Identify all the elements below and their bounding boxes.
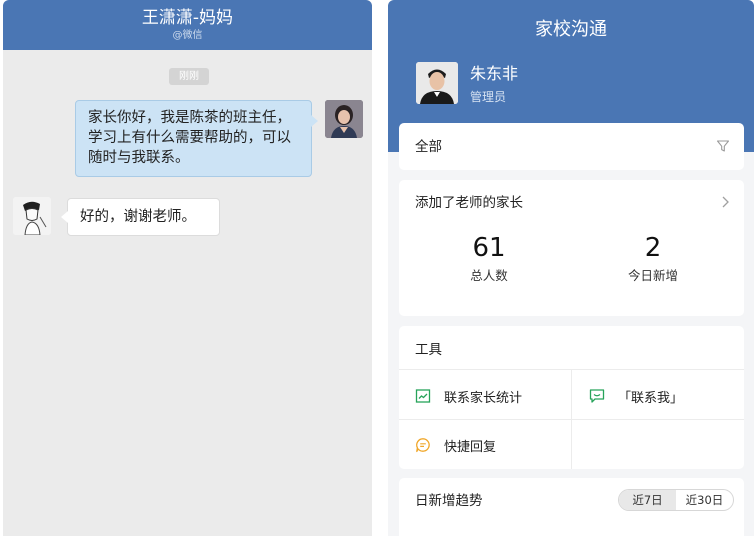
filter-label: 全部: [415, 139, 442, 155]
stat-today: 2 今日新增: [593, 232, 713, 284]
chat-subtitle: @微信: [172, 30, 203, 41]
chart-icon: [415, 389, 431, 403]
parents-summary-title: 添加了老师的家长: [415, 195, 523, 211]
chat-title: 王潇潇-妈妈: [141, 8, 234, 28]
parents-summary-card[interactable]: 添加了老师的家长 61 总人数 2 今日新增: [399, 180, 744, 316]
stat-total-value: 61: [472, 233, 506, 263]
tools-card: 工具 联系家长统计 「联系我」 快捷回复: [399, 326, 744, 469]
tool-contact-me[interactable]: 「联系我」: [589, 372, 739, 420]
chevron-right-icon: [722, 196, 729, 208]
chat-header: 王潇潇-妈妈 @微信: [3, 0, 372, 50]
incoming-message: 好的，谢谢老师。: [61, 198, 220, 236]
daily-trend-card: 日新增趋势 近7日 近30日: [399, 478, 744, 536]
stat-today-value: 2: [644, 233, 662, 263]
outgoing-message: 家长你好，我是陈茶的班主任，学习上有什么需要帮助的，可以随时与我联系。: [75, 100, 318, 177]
user-avatar[interactable]: [416, 62, 458, 104]
tool-label: 「联系我」: [618, 390, 684, 406]
chat-window: 王潇潇-妈妈 @微信 刚刚 家长你好，我是陈茶的班主任，学习上有什么需要帮助的，…: [3, 0, 372, 536]
quick-reply-icon: [416, 438, 430, 453]
dashboard-window: 家校沟通 朱东非 管理员 全部 添加了老师的家长 61 总人数 2 今日新增 工…: [388, 0, 754, 536]
tool-quick-reply[interactable]: 快捷回复: [415, 421, 571, 469]
message-timestamp: 刚刚: [169, 68, 209, 85]
tool-label: 快捷回复: [444, 439, 497, 455]
tools-title: 工具: [415, 342, 442, 358]
filter-selector[interactable]: 全部: [399, 123, 744, 170]
range-toggle: 近7日 近30日: [618, 489, 734, 511]
range-30-days[interactable]: 近30日: [676, 490, 733, 510]
stat-total-label: 总人数: [470, 268, 508, 283]
filter-icon[interactable]: [716, 139, 730, 153]
stat-total: 61 总人数: [429, 232, 549, 284]
app-title: 家校沟通: [535, 19, 607, 40]
user-name: 朱东非: [470, 64, 519, 83]
contact-me-icon: [589, 389, 605, 403]
user-role: 管理员: [470, 90, 507, 104]
divider: [571, 370, 572, 469]
tool-label: 联系家长统计: [444, 390, 523, 406]
tool-contact-statistics[interactable]: 联系家长统计: [415, 372, 571, 420]
stat-today-label: 今日新增: [627, 268, 678, 283]
parent-avatar[interactable]: [13, 197, 51, 235]
daily-trend-title: 日新增趋势: [415, 493, 483, 509]
range-7-days[interactable]: 近7日: [619, 490, 676, 510]
teacher-avatar[interactable]: [325, 100, 363, 138]
